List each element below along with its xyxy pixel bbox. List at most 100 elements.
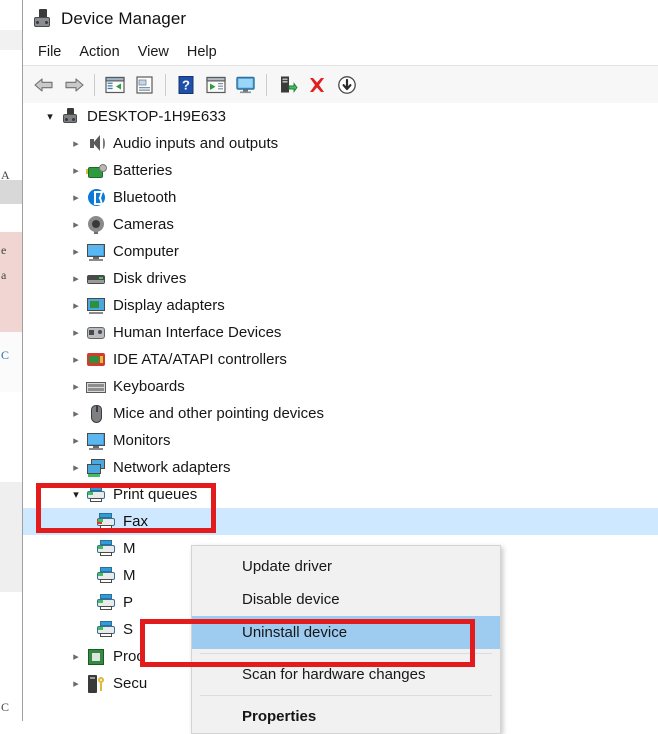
- hid-icon: [85, 323, 107, 343]
- context-menu-item-update-driver[interactable]: Update driver: [192, 550, 500, 583]
- tree-node-display-adapters[interactable]: ▸ Display adapters: [23, 292, 658, 319]
- tree-node-mice-and-other-pointing-devices[interactable]: ▸ Mice and other pointing devices: [23, 400, 658, 427]
- context-menu-item-uninstall-device[interactable]: Uninstall device: [192, 616, 500, 649]
- tree-node-label: Proc: [113, 648, 144, 665]
- tree-node-label: Computer: [113, 243, 179, 260]
- tree-node-bluetooth[interactable]: ▸ Bluetooth: [23, 184, 658, 211]
- chevron-right-icon[interactable]: ▸: [67, 265, 85, 292]
- background-band: [0, 482, 22, 592]
- background-band: [0, 204, 22, 232]
- menu-view[interactable]: View: [129, 42, 178, 62]
- chevron-down-icon[interactable]: ▾: [41, 103, 59, 130]
- chevron-right-icon[interactable]: ▸: [67, 427, 85, 454]
- tree-node-audio-inputs-and-outputs[interactable]: ▸ Audio inputs and outputs: [23, 130, 658, 157]
- tree-node-label: Mice and other pointing devices: [113, 405, 324, 422]
- battery-icon: [85, 161, 107, 181]
- menu-bar: File Action View Help: [23, 38, 658, 66]
- tree-node-network-adapters[interactable]: ▸ Network adapters: [23, 454, 658, 481]
- menu-help[interactable]: Help: [178, 42, 226, 62]
- chevron-right-icon[interactable]: ▸: [67, 346, 85, 373]
- context-menu-item-properties[interactable]: Properties: [192, 700, 500, 733]
- mouse-icon: [85, 404, 107, 424]
- keyboard-icon: [85, 377, 107, 397]
- tree-node-root[interactable]: ▾ DESKTOP-1H9E633: [23, 103, 658, 130]
- tree-node-cameras[interactable]: ▸ Cameras: [23, 211, 658, 238]
- tree-node-label: Display adapters: [113, 297, 225, 314]
- chevron-right-icon[interactable]: ▸: [67, 184, 85, 211]
- tree-node-label: Audio inputs and outputs: [113, 135, 279, 152]
- svg-text:?: ?: [182, 77, 190, 92]
- speaker-icon: [85, 134, 107, 154]
- chevron-right-icon[interactable]: ▸: [67, 157, 85, 184]
- chevron-right-icon[interactable]: ▸: [67, 670, 85, 697]
- chevron-right-icon[interactable]: ▸: [67, 643, 85, 670]
- security-device-icon: [85, 674, 107, 694]
- chevron-right-icon[interactable]: ▸: [67, 319, 85, 346]
- tree-node-label: Keyboards: [113, 378, 185, 395]
- disk-drive-icon: [85, 269, 107, 289]
- tree-node-batteries[interactable]: ▸ Batteries: [23, 157, 658, 184]
- chevron-right-icon[interactable]: ▸: [67, 292, 85, 319]
- background-band: [0, 392, 22, 482]
- menu-action[interactable]: Action: [70, 42, 128, 62]
- background-text-fragment: C: [1, 700, 10, 714]
- update-driver-icon[interactable]: [231, 71, 261, 99]
- back-arrow-icon[interactable]: [29, 71, 59, 99]
- toolbar: ?: [23, 66, 658, 104]
- tree-node-keyboards[interactable]: ▸ Keyboards: [23, 373, 658, 400]
- monitor-icon: [85, 431, 107, 451]
- chevron-down-icon[interactable]: ▾: [67, 481, 85, 508]
- display-adapter-icon: [85, 296, 107, 316]
- help-icon[interactable]: ?: [171, 71, 201, 99]
- tree-node-disk-drives[interactable]: ▸ Disk drives: [23, 265, 658, 292]
- tree-node-computer[interactable]: ▸ Computer: [23, 238, 658, 265]
- tree-node-label: Fax: [123, 513, 149, 530]
- tree-node-label: Disk drives: [113, 270, 187, 287]
- background-text-fragment: C: [1, 348, 10, 362]
- ide-controller-icon: [85, 350, 107, 370]
- chevron-right-icon[interactable]: ▸: [67, 373, 85, 400]
- tree-node-label: Human Interface Devices: [113, 324, 282, 341]
- camera-icon: [85, 215, 107, 235]
- context-menu-separator: [200, 695, 492, 696]
- tree-node-label: Print queues: [113, 486, 198, 503]
- context-menu-item-disable-device[interactable]: Disable device: [192, 583, 500, 616]
- context-menu-item-scan-for-hardware-changes[interactable]: Scan for hardware changes: [192, 658, 500, 691]
- uninstall-device-icon[interactable]: [302, 71, 332, 99]
- printer-icon: [95, 539, 117, 559]
- chevron-right-icon[interactable]: ▸: [67, 130, 85, 157]
- scan-hardware-changes-icon[interactable]: [201, 71, 231, 99]
- tree-node-label: M: [123, 567, 136, 584]
- tree-node-ide-ata-atapi-controllers[interactable]: ▸ IDE ATA/ATAPI controllers: [23, 346, 658, 373]
- device-manager-icon: [31, 8, 53, 30]
- chevron-right-icon[interactable]: ▸: [67, 454, 85, 481]
- computer-icon: [85, 242, 107, 262]
- background-text-fragment: e: [1, 243, 7, 257]
- processor-icon: [85, 647, 107, 667]
- tree-node-label: Network adapters: [113, 459, 231, 476]
- printer-icon: [95, 566, 117, 586]
- chevron-right-icon[interactable]: ▸: [67, 400, 85, 427]
- show-hide-console-tree-icon[interactable]: [100, 71, 130, 99]
- chevron-right-icon[interactable]: ▸: [67, 238, 85, 265]
- chevron-right-icon[interactable]: ▸: [67, 211, 85, 238]
- context-menu[interactable]: Update driver Disable device Uninstall d…: [191, 545, 501, 734]
- properties-icon[interactable]: [130, 71, 160, 99]
- enable-device-icon[interactable]: [272, 71, 302, 99]
- printer-icon: [85, 485, 107, 505]
- printer-icon: [95, 593, 117, 613]
- disable-device-icon[interactable]: [332, 71, 362, 99]
- computer-root-icon: [59, 107, 81, 127]
- tree-node-label: M: [123, 540, 136, 557]
- tree-node-human-interface-devices[interactable]: ▸ Human Interface Devices: [23, 319, 658, 346]
- background-band: [0, 50, 22, 180]
- forward-arrow-icon[interactable]: [59, 71, 89, 99]
- window-title: Device Manager: [61, 9, 187, 28]
- tree-node-print-queues[interactable]: ▾ Print queues: [23, 481, 658, 508]
- menu-file[interactable]: File: [29, 42, 70, 62]
- background-band: [0, 180, 22, 204]
- tree-node-label: Batteries: [113, 162, 173, 179]
- tree-node-monitors[interactable]: ▸ Monitors: [23, 427, 658, 454]
- toolbar-separator: [94, 73, 95, 96]
- tree-node-fax[interactable]: Fax: [23, 508, 658, 535]
